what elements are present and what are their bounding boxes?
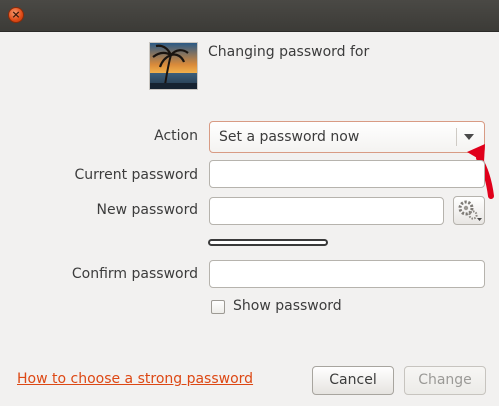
new-password-field[interactable] — [209, 197, 444, 225]
change-button[interactable]: Change — [404, 366, 486, 395]
action-combobox-value: Set a password now — [219, 129, 360, 145]
show-password-label[interactable]: Show password — [233, 298, 342, 314]
dialog-heading: Changing password for — [208, 44, 370, 60]
current-password-label: Current password — [74, 167, 199, 183]
close-button[interactable]: × — [8, 7, 24, 23]
strong-password-help-link[interactable]: How to choose a strong password — [17, 371, 253, 387]
combobox-separator — [456, 128, 457, 146]
action-combobox[interactable]: Set a password now — [209, 121, 485, 153]
gears-icon — [458, 200, 482, 221]
change-password-dialog: × Changing password for Action Set a pas… — [0, 0, 499, 406]
cancel-button[interactable]: Cancel — [312, 366, 394, 395]
current-password-field[interactable] — [209, 160, 485, 188]
title-bar: × — [0, 0, 499, 32]
confirm-password-label: Confirm password — [71, 266, 198, 282]
confirm-password-field[interactable] — [209, 260, 485, 288]
generate-password-button[interactable] — [453, 196, 485, 225]
show-password-checkbox[interactable] — [211, 300, 225, 314]
user-avatar-photo-icon — [150, 43, 197, 89]
new-password-label: New password — [96, 202, 198, 218]
action-label: Action — [154, 128, 198, 144]
avatar[interactable] — [149, 42, 198, 90]
password-strength-bar — [208, 239, 328, 246]
